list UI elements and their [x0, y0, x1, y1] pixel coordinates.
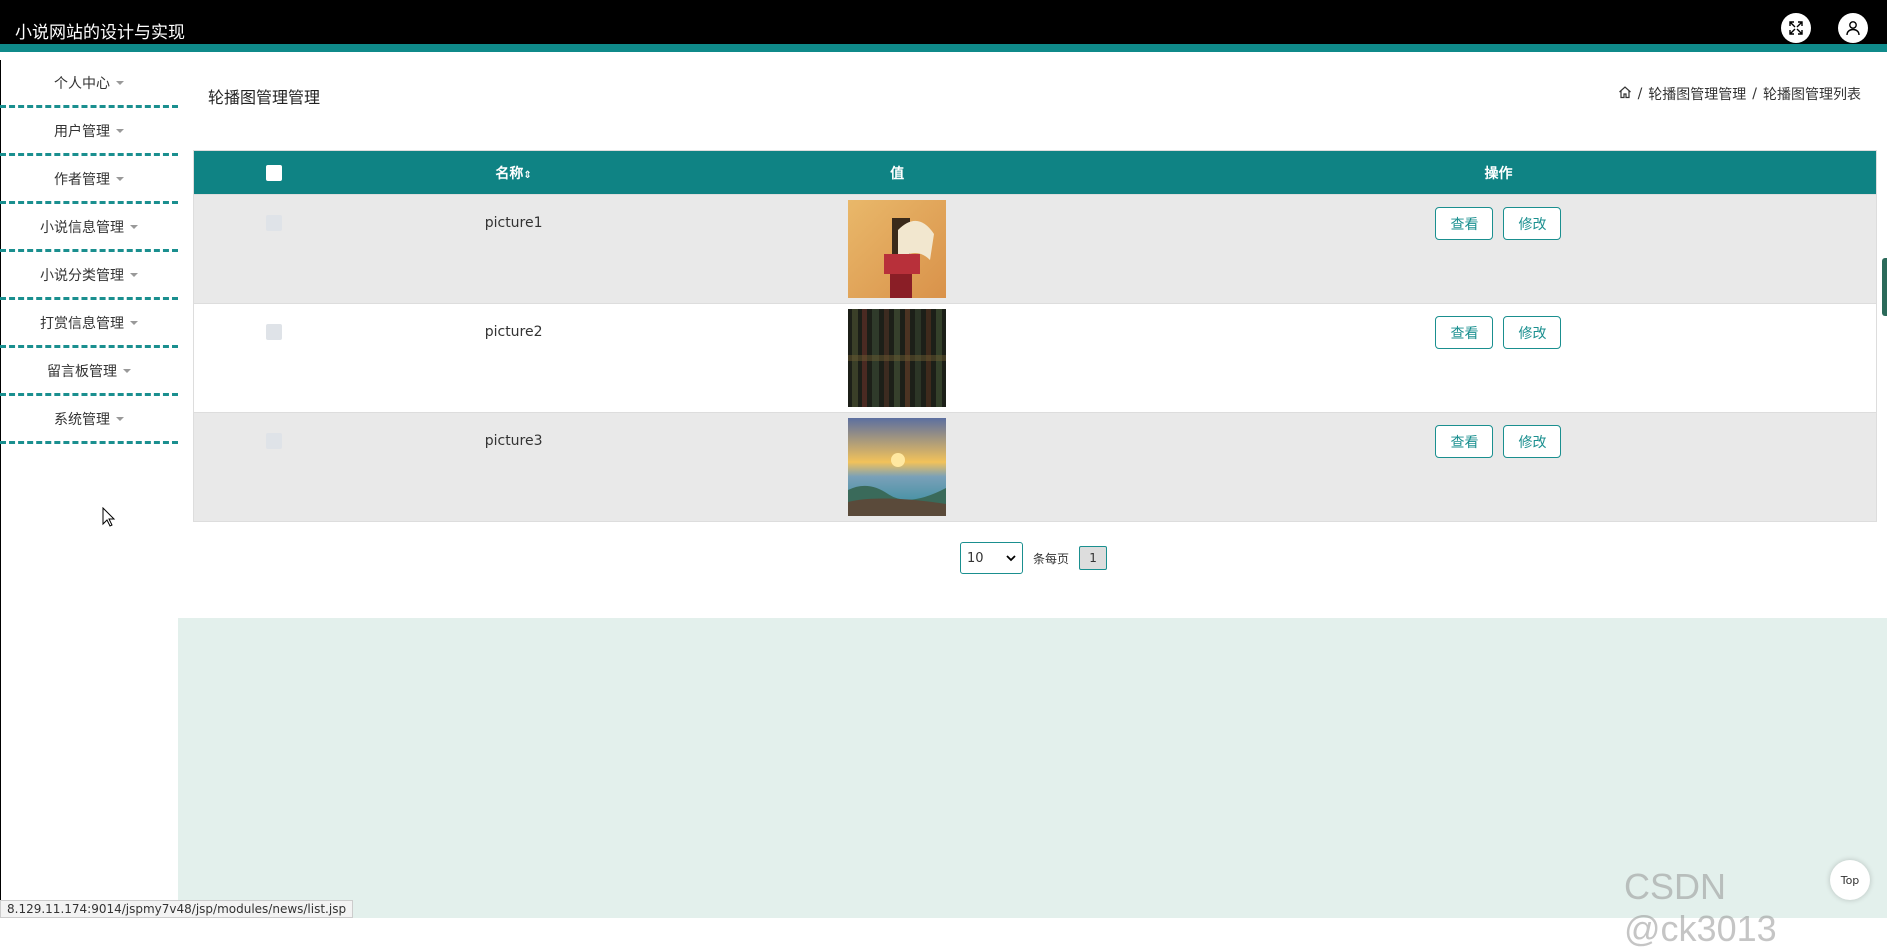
caret-down-icon — [116, 176, 124, 181]
caret-down-icon — [116, 416, 124, 421]
top-bar: 小说网站的设计与实现 — [0, 0, 1887, 52]
caret-down-icon — [116, 128, 124, 133]
home-icon[interactable] — [1618, 85, 1632, 103]
sidebar-item-reward-info[interactable]: 打赏信息管理 — [0, 300, 178, 348]
sidebar-item-label: 小说信息管理 — [40, 219, 124, 236]
sort-icon[interactable]: ⇕ — [523, 170, 531, 181]
edit-button[interactable]: 修改 — [1503, 316, 1562, 349]
sidebar-item-label: 个人中心 — [54, 75, 110, 92]
pagination: 10 条每页 1 — [960, 542, 1108, 574]
sidebar-item-novel-info[interactable]: 小说信息管理 — [0, 204, 178, 252]
sidebar-item-message-board[interactable]: 留言板管理 — [0, 348, 178, 396]
column-header-actions: 操作 — [1484, 165, 1513, 182]
view-button[interactable]: 查看 — [1435, 316, 1494, 349]
page-number-button[interactable]: 1 — [1079, 546, 1108, 570]
breadcrumb-item[interactable]: 轮播图管理管理 — [1648, 84, 1746, 104]
back-to-top-button[interactable]: Top — [1830, 860, 1870, 900]
table-row: picture1 查看 修改 — [194, 194, 1876, 303]
table-header: 名称⇕ 值 操作 — [194, 151, 1876, 194]
table-row: picture2 查看 修改 — [194, 303, 1876, 412]
sidebar-item-system-management[interactable]: 系统管理 — [0, 396, 178, 444]
breadcrumb-item: 轮播图管理列表 — [1763, 87, 1861, 103]
sidebar-item-label: 留言板管理 — [47, 363, 117, 380]
sidebar-item-author-management[interactable]: 作者管理 — [0, 156, 178, 204]
table-row: picture3 查看 修改 — [194, 412, 1876, 521]
sidebar-item-user-management[interactable]: 用户管理 — [0, 108, 178, 156]
column-header-value: 值 — [890, 165, 905, 182]
row-name: picture3 — [484, 433, 543, 449]
red-book-image — [848, 200, 947, 298]
header-checkbox-cell — [194, 164, 354, 181]
sunset-coast-image — [848, 418, 947, 516]
per-page-label: 条每页 — [1033, 551, 1070, 566]
sidebar-item-novel-category[interactable]: 小说分类管理 — [0, 252, 178, 300]
sidebar-item-label: 作者管理 — [54, 171, 110, 188]
app-title: 小说网站的设计与实现 — [15, 23, 185, 43]
edit-button[interactable]: 修改 — [1503, 425, 1562, 458]
sidebar-item-personal-center[interactable]: 个人中心 — [0, 60, 178, 108]
dark-bookshelf-image — [848, 309, 947, 407]
fullscreen-icon[interactable] — [1781, 13, 1811, 43]
page-size-value: 10 — [967, 550, 984, 566]
select-all-checkbox[interactable] — [265, 164, 282, 181]
column-header-name[interactable]: 名称⇕ — [354, 163, 674, 183]
page-size-select[interactable]: 10 — [960, 542, 1023, 574]
status-bar-url: 8.129.11.174:9014/jspmy7v48/jsp/modules/… — [0, 900, 354, 918]
row-name: picture2 — [484, 324, 543, 340]
scrollbar-handle[interactable] — [1882, 258, 1887, 316]
caret-down-icon — [130, 272, 138, 277]
view-button[interactable]: 查看 — [1435, 425, 1494, 458]
breadcrumb-separator: / — [1637, 86, 1643, 102]
caret-down-icon — [130, 224, 138, 229]
view-button[interactable]: 查看 — [1435, 207, 1494, 240]
page-title: 轮播图管理管理 — [208, 88, 321, 107]
row-name: picture1 — [484, 215, 543, 231]
edit-button[interactable]: 修改 — [1503, 207, 1562, 240]
carousel-table: 名称⇕ 值 操作 picture1 查看 修改 picture2 查看 修改 p… — [193, 150, 1877, 522]
user-icon[interactable] — [1838, 13, 1868, 43]
caret-down-icon — [123, 368, 131, 373]
caret-down-icon — [130, 320, 138, 325]
breadcrumb: / 轮播图管理管理 / 轮播图管理列表 — [1618, 84, 1861, 104]
sidebar-item-label: 小说分类管理 — [40, 267, 124, 284]
sidebar-item-label: 打赏信息管理 — [40, 315, 124, 332]
breadcrumb-separator: / — [1752, 86, 1757, 102]
column-header-name-label: 名称 — [495, 165, 524, 182]
sidebar-item-label: 系统管理 — [54, 411, 110, 428]
row-checkbox[interactable] — [265, 433, 282, 449]
row-checkbox[interactable] — [265, 324, 282, 340]
sidebar: 个人中心 用户管理 作者管理 小说信息管理 小说分类管理 打赏信息管理 留言板管… — [0, 60, 178, 444]
sidebar-item-label: 用户管理 — [54, 123, 110, 140]
chevron-down-icon — [1006, 555, 1016, 562]
row-checkbox[interactable] — [265, 215, 282, 231]
mouse-cursor-icon — [102, 507, 116, 527]
caret-down-icon — [116, 80, 124, 85]
